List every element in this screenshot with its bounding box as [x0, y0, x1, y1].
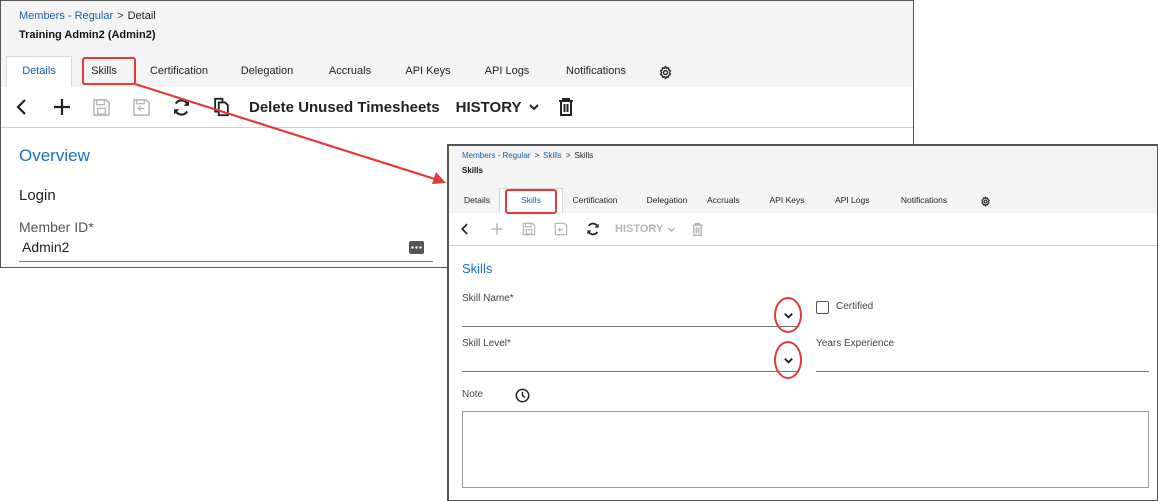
delete-button[interactable]	[682, 222, 712, 237]
history-label: HISTORY	[615, 223, 664, 235]
certified-label: Certified	[836, 301, 874, 312]
plus-icon	[491, 223, 503, 235]
add-button[interactable]	[481, 222, 513, 236]
certified-checkbox[interactable]	[816, 301, 829, 314]
breadcrumb-members-link[interactable]: Members - Regular	[462, 151, 530, 160]
page-subtitle: Skills	[462, 166, 483, 175]
tab-delegation[interactable]: Delegation	[627, 189, 707, 213]
years-experience-label: Years Experience	[816, 338, 895, 349]
gear-icon	[980, 195, 990, 207]
chevron-down-icon	[668, 226, 676, 232]
breadcrumb-separator: >	[565, 151, 571, 160]
save-button[interactable]	[513, 222, 545, 236]
trash-icon	[692, 222, 703, 236]
save-close-button[interactable]	[545, 222, 577, 236]
skill-level-dropdown-toggle[interactable]	[774, 341, 802, 379]
skill-level-select[interactable]	[462, 355, 798, 372]
chevron-down-icon	[783, 312, 793, 319]
refresh-button[interactable]	[577, 221, 609, 237]
skill-name-dropdown-toggle[interactable]	[774, 297, 802, 333]
skills-detail-window: Members - Regular > Skills > Skills Skil…	[448, 145, 1158, 501]
breadcrumb: Members - Regular > Skills > Skills	[462, 151, 593, 160]
save-icon	[522, 222, 536, 236]
skill-name-select[interactable]	[462, 310, 798, 327]
breadcrumb-current: Skills	[574, 151, 594, 160]
save-close-icon	[554, 222, 568, 236]
tab-details[interactable]: Details	[455, 189, 499, 213]
skill-name-label: Skill Name*	[462, 293, 514, 304]
back-button[interactable]	[449, 222, 481, 236]
breadcrumb-separator: >	[534, 151, 540, 160]
tab-settings[interactable]	[979, 189, 991, 213]
chevron-left-icon	[461, 223, 468, 235]
tab-notifications[interactable]: Notifications	[869, 189, 979, 213]
refresh-icon	[587, 222, 599, 236]
note-label: Note	[462, 389, 484, 400]
tab-api-keys[interactable]: API Keys	[739, 189, 835, 213]
skills-section-title: Skills	[462, 261, 493, 276]
note-textarea[interactable]	[462, 411, 1149, 488]
history-dropdown[interactable]: HISTORY	[609, 223, 682, 235]
skills-tab-highlight	[505, 189, 557, 214]
clock-icon[interactable]	[515, 388, 530, 403]
breadcrumb-skills-link[interactable]: Skills	[543, 151, 562, 160]
skill-level-label: Skill Level*	[462, 338, 511, 349]
tab-accruals[interactable]: Accruals	[707, 189, 740, 213]
tab-certification[interactable]: Certification	[563, 189, 627, 213]
chevron-down-icon	[783, 357, 793, 364]
years-experience-input[interactable]	[816, 355, 1149, 372]
toolbar: HISTORY	[449, 213, 1157, 246]
tab-api-logs[interactable]: API Logs	[835, 189, 870, 213]
